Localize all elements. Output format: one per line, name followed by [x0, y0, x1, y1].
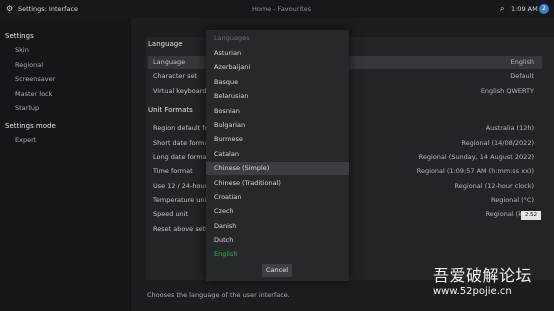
- language-option-focused[interactable]: Chinese (Simple): [206, 162, 349, 175]
- setting-value: Regional (°C): [491, 196, 534, 204]
- settings-mode-heading: Settings mode: [5, 122, 56, 130]
- language-option[interactable]: Danish: [206, 220, 349, 233]
- cancel-button[interactable]: Cancel: [262, 264, 292, 277]
- setting-value: Regional (12-hour clock): [454, 182, 534, 190]
- language-option-label: Bulgarian: [214, 121, 246, 129]
- setting-label: Time format: [153, 167, 193, 175]
- sidebar-item-startup[interactable]: Startup: [15, 104, 39, 112]
- settings-mode-expert[interactable]: Expert: [15, 136, 36, 144]
- setting-label: Reset above setti: [153, 225, 210, 233]
- language-option[interactable]: Bosnian: [206, 105, 349, 118]
- sidebar-item-master-lock[interactable]: Master lock: [15, 90, 52, 98]
- search-icon[interactable]: ⌕: [500, 4, 504, 14]
- language-option-label: Azerbaijani: [214, 63, 251, 71]
- language-option-label: Basque: [214, 78, 239, 86]
- sidebar-item-regional[interactable]: Regional: [15, 61, 43, 69]
- language-option[interactable]: Burmese: [206, 133, 349, 146]
- setting-description: Chooses the language of the user interfa…: [147, 291, 290, 299]
- setting-label: Long date forma: [153, 153, 207, 161]
- section-title-unit-formats: Unit Formats: [148, 106, 193, 114]
- language-option-label: Dutch: [214, 236, 234, 244]
- language-option[interactable]: Belarusian: [206, 90, 349, 103]
- setting-label: Region default fo: [153, 124, 209, 132]
- setting-label: Temperature uni: [153, 196, 207, 204]
- language-option-label: Catalan: [214, 150, 239, 158]
- setting-value: Default: [510, 72, 534, 80]
- setting-value: English QWERTY: [480, 87, 534, 95]
- language-option[interactable]: Dutch: [206, 234, 349, 247]
- setting-label: Short date forma: [153, 139, 209, 147]
- setting-value: Australia (12h): [485, 124, 534, 132]
- language-option[interactable]: Asturian: [206, 47, 349, 60]
- setting-label: Virtual keyboard: [153, 87, 207, 95]
- overlay-badge: 2.52: [521, 211, 541, 220]
- window-title: Settings: Interface: [18, 5, 79, 13]
- language-option-label: Czech: [214, 207, 234, 215]
- language-option[interactable]: Chinese (Traditional): [206, 177, 349, 190]
- language-option-label: Chinese (Simple): [214, 164, 270, 172]
- language-option-label: English: [214, 250, 238, 258]
- language-option[interactable]: Czech: [206, 205, 349, 218]
- language-option-label: Croatian: [214, 193, 242, 201]
- watermark-url: www.52pojie.cn: [433, 286, 512, 297]
- top-bar: ⚙ Settings: Interface Home - Favourites …: [0, 0, 554, 18]
- language-option-label: Chinese (Traditional): [214, 179, 281, 187]
- language-option[interactable]: Bulgarian: [206, 119, 349, 132]
- language-option-label: Bosnian: [214, 107, 240, 115]
- setting-value: Regional (14/08/2022): [461, 139, 534, 147]
- sidebar-item-screensaver[interactable]: Screensaver: [15, 75, 55, 83]
- setting-value: Regional (1:09:57 AM (h:mm:ss xx)): [416, 167, 534, 175]
- dialog-title: Languages: [214, 34, 250, 42]
- language-option-label: Danish: [214, 222, 237, 230]
- setting-value: Regional (k: [485, 210, 522, 218]
- sidebar-item-skin[interactable]: Skin: [15, 46, 29, 54]
- language-option[interactable]: Catalan: [206, 148, 349, 161]
- setting-label: Speed unit: [153, 210, 189, 218]
- section-title-language: Language: [148, 40, 183, 48]
- breadcrumb: Home - Favourites: [252, 5, 312, 13]
- watermark-title: 吾爱破解论坛: [433, 266, 533, 285]
- language-option-current[interactable]: English: [206, 248, 349, 261]
- language-option[interactable]: Azerbaijani: [206, 61, 349, 74]
- sidebar-heading: Settings: [5, 32, 34, 40]
- setting-label: Language: [153, 58, 186, 66]
- languages-dialog: Languages Asturian Azerbaijani Basque Be…: [206, 30, 349, 281]
- setting-value: Regional (Sunday, 14 August 2022): [418, 153, 534, 161]
- language-option-label: Belarusian: [214, 92, 249, 100]
- setting-label: Use 12 / 24-hour: [153, 182, 208, 190]
- language-option-label: Burmese: [214, 135, 243, 143]
- setting-label: Character set: [153, 72, 198, 80]
- avatar[interactable]: 2: [539, 4, 549, 14]
- clock: 1:09 AM: [511, 5, 538, 13]
- setting-value: English: [510, 58, 534, 66]
- language-option-label: Asturian: [214, 49, 242, 57]
- language-option[interactable]: Basque: [206, 76, 349, 89]
- language-option[interactable]: Croatian: [206, 191, 349, 204]
- gear-icon[interactable]: ⚙: [6, 4, 13, 14]
